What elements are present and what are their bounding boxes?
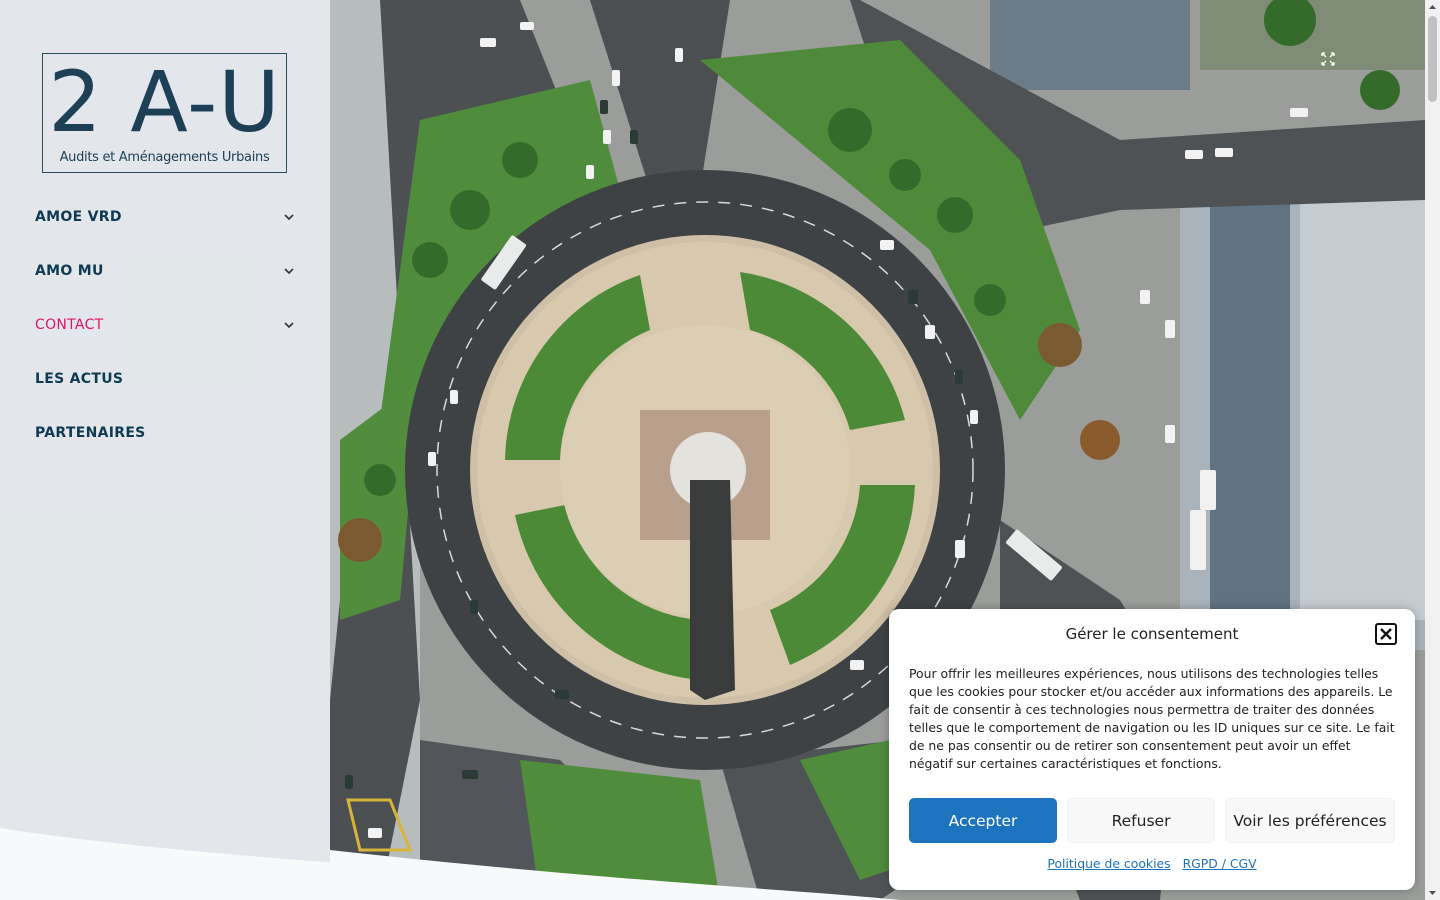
logo-tagline: Audits et Aménagements Urbains <box>59 150 270 165</box>
cookie-policy-link[interactable]: Politique de cookies <box>1047 856 1170 871</box>
close-icon[interactable] <box>1379 627 1393 641</box>
page-scrollbar[interactable] <box>1425 0 1440 900</box>
sidebar: 2 A-U Audits et Aménagements Urbains AMO… <box>0 0 330 900</box>
nav-item-les-actus[interactable]: LES ACTUS <box>35 352 300 406</box>
chevron-down-icon[interactable] <box>283 211 295 223</box>
refuse-button[interactable]: Refuser <box>1067 798 1215 843</box>
chevron-down-icon[interactable] <box>283 265 295 277</box>
nav-item-label[interactable]: CONTACT <box>35 317 104 333</box>
consent-links: Politique de cookies RGPD / CGV <box>889 856 1415 871</box>
nav-item-partenaires[interactable]: PARTENAIRES <box>35 406 300 460</box>
nav-item-label[interactable]: LES ACTUS <box>35 371 123 387</box>
site-logo[interactable]: 2 A-U Audits et Aménagements Urbains <box>42 53 287 173</box>
chevron-down-icon[interactable] <box>283 319 295 331</box>
view-preferences-button[interactable]: Voir les préférences <box>1225 798 1395 843</box>
main-navigation: AMOE VRD AMO MU CONTACT LES ACTUS PARTEN… <box>35 190 300 460</box>
scrollbar-thumb[interactable] <box>1428 16 1437 102</box>
logo-text: 2 A-U <box>48 53 281 151</box>
scroll-down-arrow-icon[interactable] <box>1428 888 1437 897</box>
nav-item-label[interactable]: PARTENAIRES <box>35 425 146 441</box>
nav-item-amo-mu[interactable]: AMO MU <box>35 244 300 298</box>
nav-item-label[interactable]: AMO MU <box>35 263 104 279</box>
fullscreen-icon[interactable] <box>1321 52 1335 66</box>
consent-description: Pour offrir les meilleures expériences, … <box>909 666 1395 771</box>
rgpd-cgv-link[interactable]: RGPD / CGV <box>1183 856 1257 871</box>
accept-button[interactable]: Accepter <box>909 798 1057 843</box>
nav-item-contact[interactable]: CONTACT <box>35 298 300 352</box>
nav-item-amoe-vrd[interactable]: AMOE VRD <box>35 190 300 244</box>
scroll-up-arrow-icon[interactable] <box>1428 3 1437 12</box>
cookie-consent-dialog: Gérer le consentement Pour offrir les me… <box>889 609 1415 890</box>
nav-item-label[interactable]: AMOE VRD <box>35 209 122 225</box>
close-button[interactable] <box>1375 623 1397 645</box>
consent-title: Gérer le consentement <box>1065 625 1239 643</box>
